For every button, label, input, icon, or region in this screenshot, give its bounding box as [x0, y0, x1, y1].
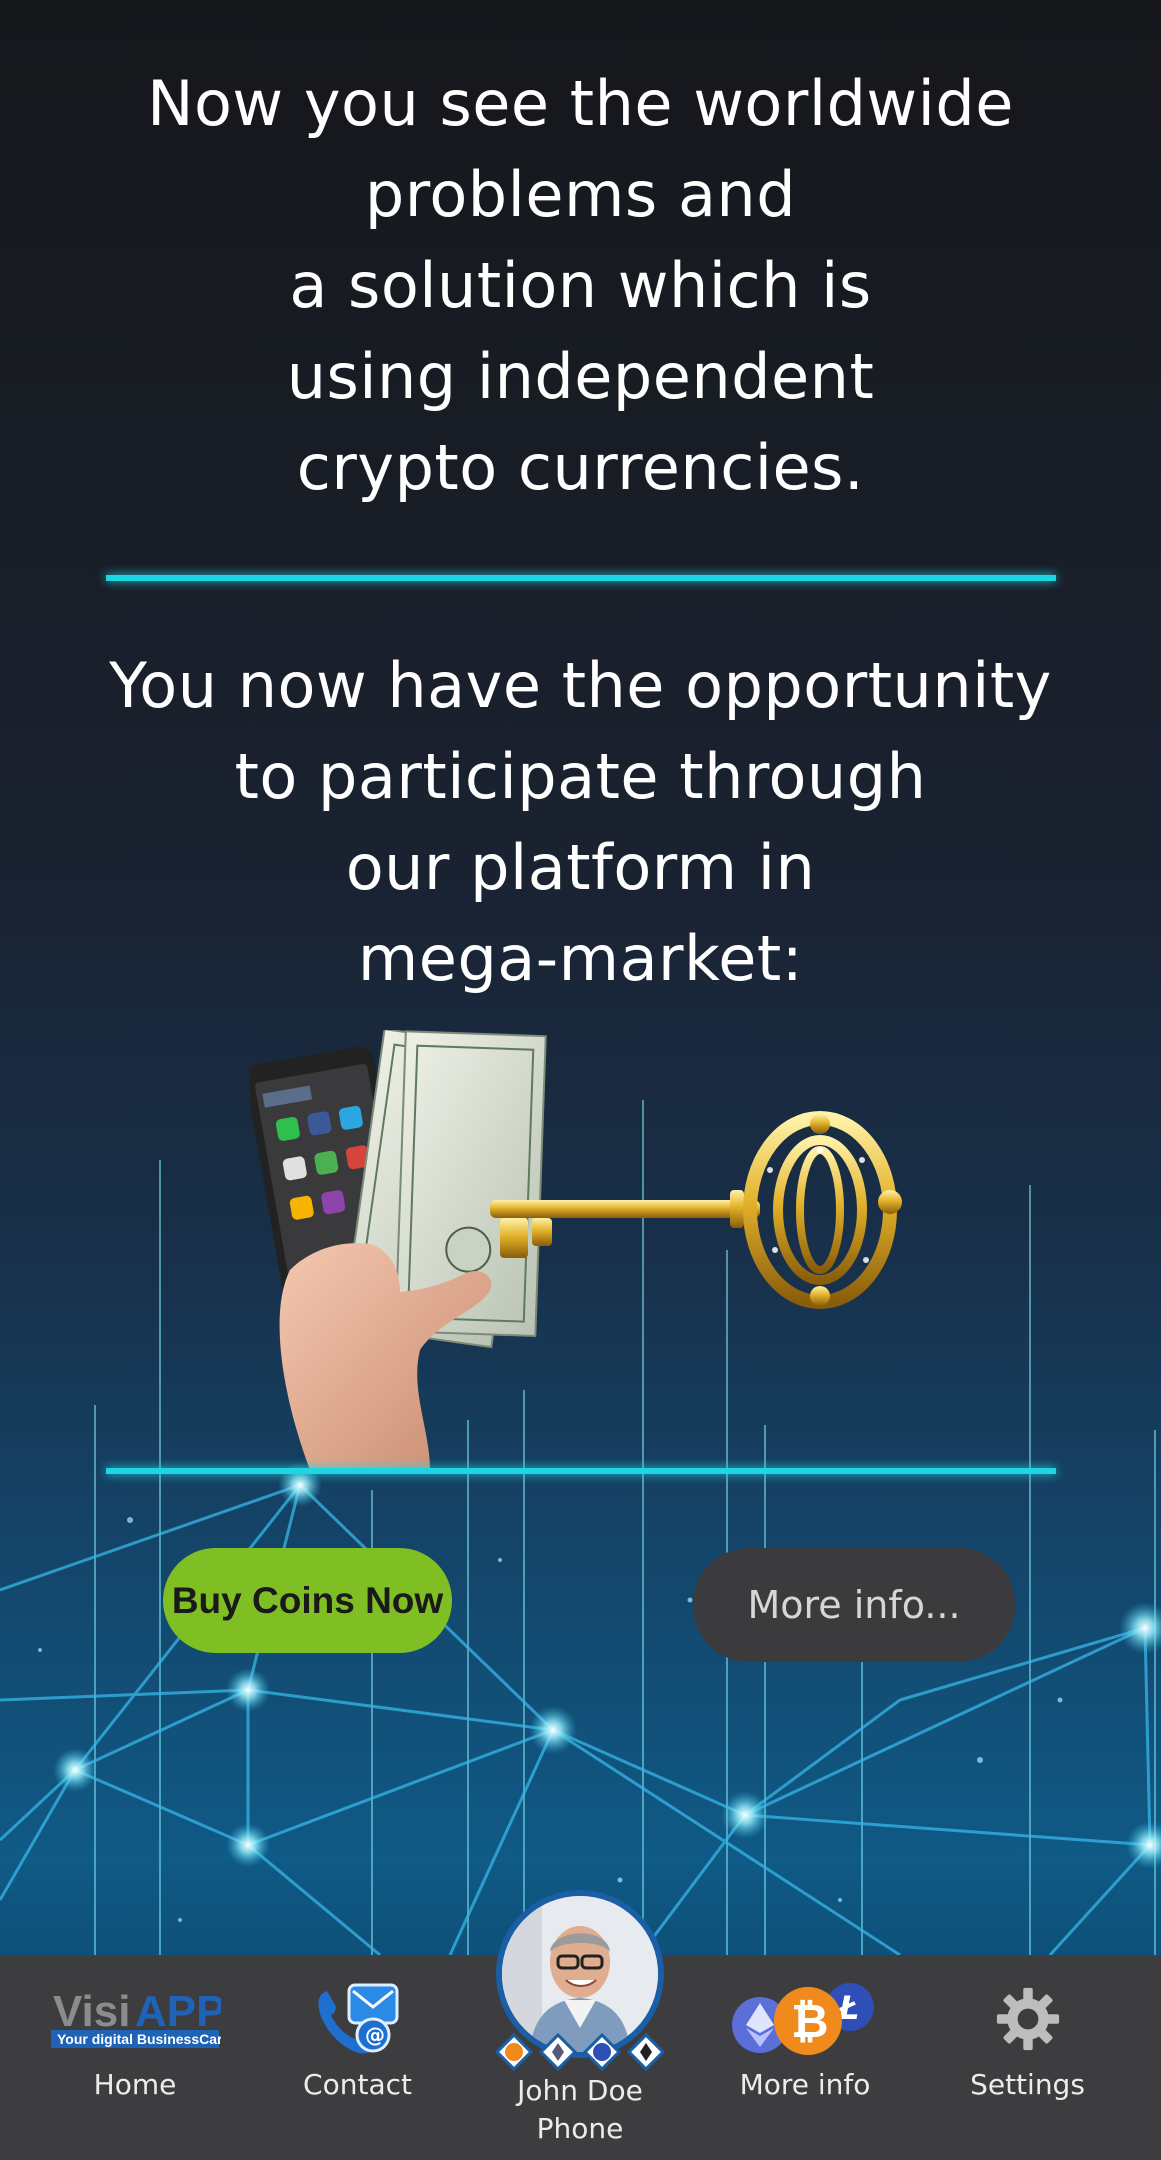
headline-line: to participate through [234, 740, 927, 813]
nav-item-more-info[interactable]: Ł ₿ More info [700, 1955, 910, 2160]
headline-line: a solution which is [289, 249, 872, 322]
crypto-coins-icon: Ł ₿ [730, 1980, 880, 2058]
nav-item-profile[interactable]: John Doe Phone [480, 1890, 680, 2160]
headline-opportunity: You now have the opportunity to particip… [60, 640, 1101, 1004]
headline-problems: Now you see the worldwide problems and a… [60, 58, 1101, 513]
divider-line [106, 1468, 1056, 1474]
nav-label-settings: Settings [970, 2068, 1085, 2101]
app-screen: Now you see the worldwide problems and a… [0, 0, 1161, 2160]
nav-label-contact: Contact [303, 2068, 412, 2101]
logo-word-app: APP [135, 1988, 221, 2036]
headline-line: mega-market: [357, 922, 804, 995]
more-info-button[interactable]: More info... [693, 1548, 1015, 1662]
headline-line: crypto currencies. [296, 431, 865, 504]
visiapp-logo: Visi APP Your digital BusinessCard [49, 1980, 221, 2058]
litecoin-badge-icon [582, 2032, 622, 2072]
phone-money-key-illustration [250, 1030, 902, 1470]
buy-coins-label: Buy Coins Now [171, 1579, 444, 1621]
logo-word-visi: Visi [53, 1988, 130, 2036]
hand-graphic [279, 1243, 492, 1470]
nav-item-contact[interactable]: @ Contact [255, 1955, 460, 2160]
ethereum-dark-badge-icon [626, 2032, 666, 2072]
nav-item-home[interactable]: Visi APP Your digital BusinessCard Home [30, 1955, 240, 2160]
nav-item-settings[interactable]: Settings [925, 1955, 1130, 2160]
headline-line: Now you see the worldwide [147, 67, 1014, 140]
contact-icon: @ [313, 1980, 403, 2058]
headline-line: You now have the opportunity [109, 649, 1052, 722]
golden-key-graphic [490, 1111, 902, 1309]
nav-label-home: Home [93, 2068, 177, 2101]
gear-icon [995, 1980, 1061, 2058]
headline-line: problems and [364, 158, 797, 231]
headline-line: using independent [286, 340, 875, 413]
profile-coin-badges [494, 2032, 666, 2072]
buy-coins-button[interactable]: Buy Coins Now [163, 1548, 452, 1653]
svg-text:@: @ [365, 2023, 385, 2047]
more-info-label: More info... [747, 1583, 961, 1627]
bitcoin-badge-icon [494, 2032, 534, 2072]
nav-label-more-info: More info [739, 2068, 871, 2101]
svg-text:₿: ₿ [791, 1994, 829, 2048]
divider-line [106, 575, 1056, 581]
headline-line: our platform in [345, 831, 816, 904]
profile-name: John Doe [517, 2074, 643, 2107]
ethereum-badge-icon [538, 2032, 578, 2072]
logo-tagline: Your digital BusinessCard [57, 2031, 221, 2047]
profile-subtitle: Phone [536, 2112, 624, 2145]
